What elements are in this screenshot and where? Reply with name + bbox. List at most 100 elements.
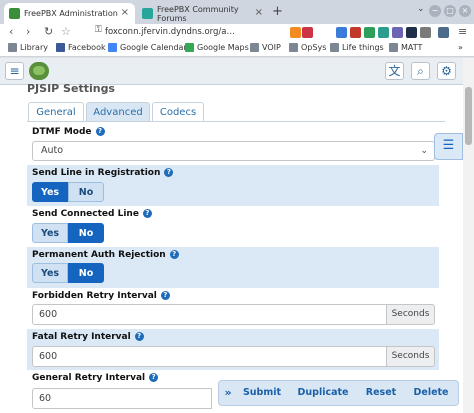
folder-icon bbox=[8, 43, 17, 52]
chevron-down-icon: ⌄ bbox=[420, 146, 428, 156]
folder-icon bbox=[330, 43, 339, 52]
close-window-button[interactable]: × bbox=[459, 5, 471, 17]
bookmark-matt[interactable]: MATT bbox=[389, 43, 422, 52]
submit-button[interactable]: Submit bbox=[241, 385, 283, 401]
help-icon[interactable]: ? bbox=[142, 209, 152, 218]
delete-button[interactable]: Delete bbox=[411, 385, 451, 401]
tab-general[interactable]: General bbox=[28, 102, 84, 122]
send-connected-line-no-button[interactable]: No bbox=[68, 223, 104, 243]
close-tab-icon[interactable]: × bbox=[121, 7, 129, 18]
forbidden-retry-interval-unit: Seconds bbox=[386, 304, 435, 325]
help-icon[interactable]: ? bbox=[164, 168, 174, 177]
extension-icon[interactable] bbox=[392, 27, 403, 38]
hamburger-menu-icon[interactable]: ≡ bbox=[5, 62, 24, 80]
tab-title: FreePBX Administration bbox=[24, 9, 118, 18]
tab-list-chevron-icon[interactable]: ⌄ bbox=[417, 4, 425, 14]
browser-tab-community-forums[interactable]: FreePBX Community Forums × bbox=[137, 3, 269, 24]
freepbx-header: ≡ 文 ⌕ ⚙ bbox=[0, 58, 463, 85]
settings-gear-icon[interactable]: ⚙ bbox=[437, 62, 456, 80]
permanent-auth-rejection-yes-button[interactable]: Yes bbox=[32, 263, 68, 283]
language-icon[interactable]: 文 bbox=[385, 62, 404, 80]
bookmark-life-things[interactable]: Life things bbox=[330, 43, 384, 52]
bookmark-star-icon[interactable]: ☆ bbox=[61, 25, 71, 38]
permanent-auth-rejection-toggle: Yes No bbox=[32, 263, 104, 283]
bookmarks-overflow-chevron-icon[interactable]: » bbox=[458, 43, 463, 52]
bookmark-google-maps[interactable]: Google Maps bbox=[185, 43, 249, 52]
scrollbar-thumb[interactable] bbox=[465, 87, 472, 145]
send-connected-line-toggle: Yes No bbox=[32, 223, 104, 243]
reload-icon[interactable]: ↻ bbox=[44, 25, 53, 38]
forums-favicon-icon bbox=[142, 8, 153, 19]
extension-icon[interactable] bbox=[406, 27, 417, 38]
calendar-icon bbox=[108, 43, 117, 52]
general-retry-interval-label: General Retry Interval? bbox=[32, 373, 159, 383]
dtmf-mode-select[interactable]: Auto ⌄ bbox=[32, 141, 435, 161]
extension-icon[interactable] bbox=[336, 27, 347, 38]
search-icon[interactable]: ⌕ bbox=[411, 62, 430, 80]
permanent-auth-rejection-label: Permanent Auth Rejection? bbox=[32, 250, 179, 260]
folder-icon bbox=[250, 43, 259, 52]
permanent-auth-rejection-no-button[interactable]: No bbox=[68, 263, 104, 283]
url-field[interactable]: foxconn.jfervin.dyndns.org/a… bbox=[105, 25, 281, 40]
help-icon[interactable]: ? bbox=[134, 332, 144, 341]
tab-advanced[interactable]: Advanced bbox=[86, 102, 150, 122]
send-connected-line-yes-button[interactable]: Yes bbox=[32, 223, 68, 243]
forbidden-retry-interval-input[interactable]: 600 bbox=[32, 304, 387, 325]
lock-icon: ⚿ bbox=[95, 25, 102, 35]
brave-shield-icon[interactable] bbox=[290, 27, 301, 38]
bookmark-voip[interactable]: VOIP bbox=[250, 43, 281, 52]
bookmark-facebook[interactable]: Facebook bbox=[56, 43, 106, 52]
freepbx-logo[interactable] bbox=[29, 62, 49, 80]
send-line-registration-toggle: Yes No bbox=[32, 182, 104, 202]
tab-title: FreePBX Community Forums bbox=[157, 4, 239, 23]
fatal-retry-interval-input[interactable]: 600 bbox=[32, 346, 387, 367]
help-icon[interactable]: ? bbox=[169, 250, 179, 259]
close-tab-icon[interactable]: × bbox=[255, 7, 263, 18]
action-bar: » Submit Duplicate Reset Delete bbox=[218, 380, 459, 406]
send-connected-line-label: Send Connected Line? bbox=[32, 209, 152, 219]
bookmark-library[interactable]: Library bbox=[8, 43, 48, 52]
bookmarks-bar: Library Facebook Google Calendar Google … bbox=[0, 41, 474, 57]
facebook-icon bbox=[56, 43, 65, 52]
duplicate-button[interactable]: Duplicate bbox=[295, 385, 351, 401]
send-line-registration-yes-button[interactable]: Yes bbox=[32, 182, 68, 202]
maps-icon bbox=[185, 43, 194, 52]
maximize-window-button[interactable]: □ bbox=[444, 5, 456, 17]
freepbx-favicon-icon bbox=[9, 8, 20, 19]
bookmark-opsys[interactable]: OpSys bbox=[289, 43, 326, 52]
dtmf-mode-label: DTMF Mode? bbox=[32, 127, 105, 137]
send-line-registration-no-button[interactable]: No bbox=[68, 182, 104, 202]
help-icon[interactable]: ? bbox=[95, 127, 105, 136]
forward-arrow-icon[interactable]: › bbox=[26, 25, 30, 38]
folder-icon bbox=[389, 43, 398, 52]
dtmf-mode-value: Auto bbox=[41, 145, 64, 156]
extension-icon[interactable] bbox=[364, 27, 375, 38]
help-icon[interactable]: ? bbox=[160, 291, 170, 300]
general-retry-interval-input[interactable]: 60 bbox=[32, 388, 212, 409]
reset-button[interactable]: Reset bbox=[363, 385, 399, 401]
forbidden-retry-interval-label: Forbidden Retry Interval? bbox=[32, 291, 170, 301]
back-arrow-icon[interactable]: ‹ bbox=[9, 25, 13, 38]
rewards-icon[interactable] bbox=[302, 27, 313, 38]
folder-icon bbox=[289, 43, 298, 52]
extension-icon[interactable] bbox=[350, 27, 361, 38]
tab-codecs[interactable]: Codecs bbox=[152, 102, 204, 122]
expand-action-bar-icon[interactable]: » bbox=[222, 385, 234, 401]
minimize-window-button[interactable]: − bbox=[429, 5, 441, 17]
bookmark-google-calendar[interactable]: Google Calendar bbox=[108, 43, 187, 52]
fatal-retry-interval-label: Fatal Retry Interval? bbox=[32, 332, 144, 342]
help-icon[interactable]: ? bbox=[149, 373, 159, 382]
list-view-icon[interactable]: ☰ bbox=[434, 133, 463, 160]
browser-menu-icon[interactable]: ≡ bbox=[458, 25, 467, 38]
send-line-registration-label: Send Line in Registration? bbox=[32, 168, 174, 178]
section-title: PJSIP Settings bbox=[27, 82, 115, 95]
browser-nav-bar: ‹ › ↻ ☆ ⚿ foxconn.jfervin.dyndns.org/a… … bbox=[0, 24, 474, 41]
fatal-retry-interval-unit: Seconds bbox=[386, 346, 435, 367]
browser-tab-strip: FreePBX Administration × FreePBX Communi… bbox=[0, 0, 474, 24]
new-tab-button[interactable]: + bbox=[272, 4, 283, 19]
sidebar-toggle-icon[interactable] bbox=[438, 27, 449, 38]
browser-tab-freepbx-admin[interactable]: FreePBX Administration × bbox=[4, 3, 135, 24]
tab-divider bbox=[27, 121, 445, 122]
extensions-puzzle-icon[interactable] bbox=[420, 27, 431, 38]
extension-icon[interactable] bbox=[378, 27, 389, 38]
